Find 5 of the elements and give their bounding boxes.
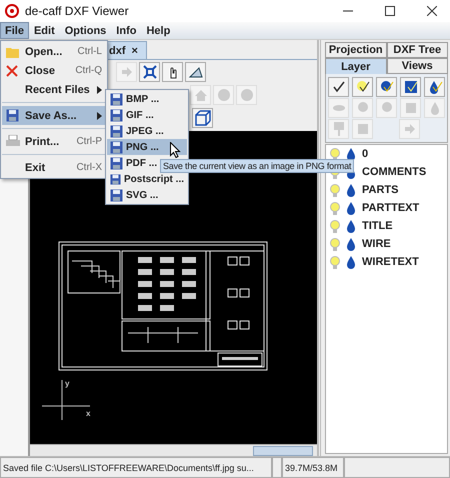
- memory-usage: 39.7M/53.8M: [282, 457, 344, 478]
- tooltip: Save the current view as an image in PNG format: [160, 159, 354, 173]
- tab-label: dxf: [109, 44, 126, 56]
- status-message: Saved file C:\Users\LISTOFFREEWARE\Documents\ff.jpg su...: [0, 457, 272, 478]
- window-title: de-caff DXF Viewer: [25, 4, 130, 18]
